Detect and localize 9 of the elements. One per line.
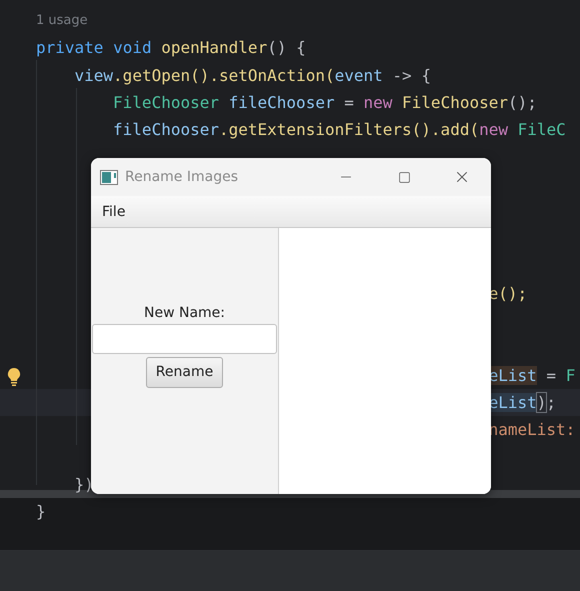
code-line: } — [36, 501, 46, 524]
code-line: private void openHandler() { — [36, 37, 306, 60]
code-line: fileChooser.getExtensionFilters().add(new FileC — [113, 119, 566, 142]
window-title: Rename Images — [125, 169, 240, 185]
code-line: }) — [74, 474, 94, 496]
field-label: New Name: — [144, 304, 225, 320]
code-line: FileChooser fileChooser = new FileChooser(); — [113, 92, 537, 114]
code-line: nameList: — [488, 419, 576, 442]
code-line: view.getOpen().setOnAction(event -> { — [74, 64, 431, 87]
